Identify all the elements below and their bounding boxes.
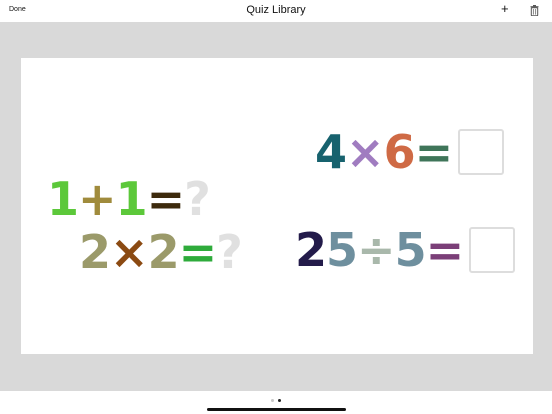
eq4-equals: = xyxy=(425,222,465,277)
eq1-equals: = xyxy=(146,171,186,226)
eq3-equals: = xyxy=(414,124,454,179)
eq2-operator: × xyxy=(110,224,149,279)
eq4-operand-a-ones: 5 xyxy=(326,222,358,277)
eq4-operator: ÷ xyxy=(357,222,396,277)
equation-2: 2×2=? xyxy=(79,223,243,279)
eq2-operand-a: 2 xyxy=(79,224,111,279)
eq1-operand-b: 1 xyxy=(115,171,148,226)
eq3-answer-box[interactable] xyxy=(458,128,505,175)
quiz-workspace: 1+1=? 2×2=? 4×6= 25÷5= xyxy=(0,22,552,391)
page-dot[interactable] xyxy=(278,399,281,402)
page-dot[interactable] xyxy=(271,399,274,402)
eq2-equals: = xyxy=(178,224,218,279)
eq1-answer-placeholder[interactable]: ? xyxy=(184,174,211,224)
eq1-operand-a: 1 xyxy=(47,171,79,226)
equation-3: 4×6= xyxy=(315,123,505,179)
equation-4: 25÷5= xyxy=(295,221,516,277)
quiz-canvas[interactable]: 1+1=? 2×2=? 4×6= 25÷5= xyxy=(21,58,533,354)
eq3-operator: × xyxy=(346,124,385,179)
eq3-operand-b: 6 xyxy=(383,124,416,179)
equation-1: 1+1=? xyxy=(47,170,211,226)
plus-icon[interactable]: + xyxy=(501,2,509,16)
page-title: Quiz Library xyxy=(246,4,306,16)
eq4-operand-a-tens: 2 xyxy=(295,222,327,277)
home-indicator[interactable] xyxy=(207,408,346,411)
trash-icon[interactable] xyxy=(530,5,539,16)
eq2-answer-placeholder[interactable]: ? xyxy=(216,227,243,277)
eq2-operand-b: 2 xyxy=(147,224,180,279)
navigation-bar: Done Quiz Library + xyxy=(0,0,552,22)
eq4-operand-b: 5 xyxy=(394,222,427,277)
bottom-bar xyxy=(0,391,552,414)
eq3-operand-a: 4 xyxy=(315,124,347,179)
eq4-answer-box[interactable] xyxy=(469,226,516,273)
eq1-operator: + xyxy=(78,171,117,226)
